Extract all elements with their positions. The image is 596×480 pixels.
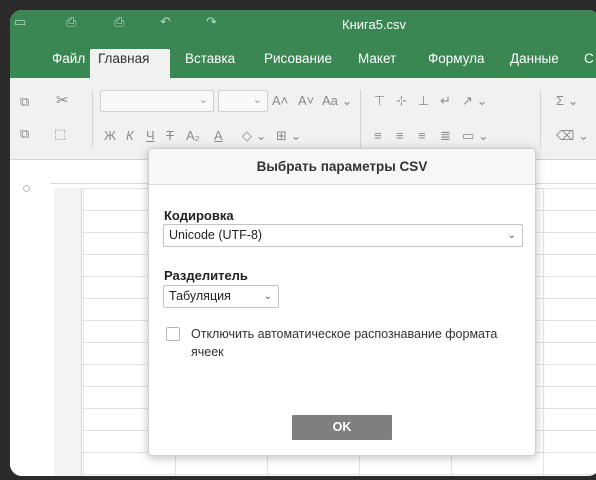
chevron-down-icon: ⌄ bbox=[263, 291, 272, 302]
encoding-label: Кодировка bbox=[164, 208, 234, 223]
encoding-value: Unicode (UTF-8) bbox=[169, 228, 263, 242]
disable-autoformat-checkbox[interactable] bbox=[166, 327, 180, 341]
delimiter-label: Разделитель bbox=[164, 268, 248, 283]
dialog-title: Выбрать параметры CSV bbox=[149, 149, 535, 185]
encoding-select[interactable]: Unicode (UTF-8) ⌄ bbox=[163, 224, 523, 247]
chevron-down-icon: ⌄ bbox=[507, 230, 516, 241]
csv-options-dialog: Выбрать параметры CSV Кодировка Unicode … bbox=[148, 148, 536, 456]
ok-button[interactable]: OK bbox=[292, 415, 392, 440]
delimiter-value: Табуляция bbox=[169, 289, 231, 303]
delimiter-select[interactable]: Табуляция ⌄ bbox=[163, 285, 279, 308]
disable-autoformat-label[interactable]: Отключить автоматическое распознавание ф… bbox=[191, 325, 521, 361]
